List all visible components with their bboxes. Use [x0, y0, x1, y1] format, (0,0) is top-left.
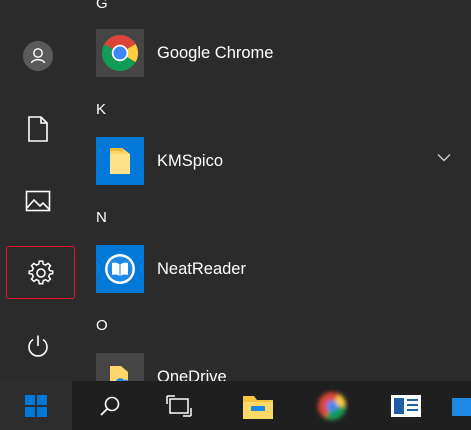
- app-list: G Google Chrome K KMSpico N NeatReader O…: [75, 0, 471, 381]
- pictures-icon: [25, 190, 50, 212]
- app-onedrive[interactable]: OneDrive: [96, 353, 471, 381]
- user-account-button[interactable]: [0, 27, 75, 85]
- user-icon: [22, 41, 53, 71]
- chrome-icon: [318, 391, 346, 420]
- app-name: OneDrive: [157, 367, 227, 382]
- section-letter-o[interactable]: O: [96, 317, 108, 334]
- app-taskbar-button[interactable]: [450, 381, 471, 430]
- folder-icon: [110, 148, 130, 174]
- settings-button[interactable]: [6, 246, 75, 299]
- task-view-button[interactable]: [153, 381, 205, 430]
- onedrive-folder-icon: [110, 366, 129, 381]
- pictures-button[interactable]: [0, 172, 75, 230]
- windows-start-icon: [25, 394, 47, 417]
- chrome-icon: [101, 34, 139, 72]
- kmspico-tile: [96, 137, 144, 185]
- app-icon: [452, 397, 471, 416]
- settings-icon: [27, 259, 53, 284]
- task-view-icon: [166, 394, 192, 417]
- taskbar: [0, 381, 471, 430]
- app-kmspico[interactable]: KMSpico: [96, 137, 471, 185]
- section-letter-k[interactable]: K: [96, 101, 106, 118]
- start-menu-rail: [0, 0, 75, 381]
- section-letter-n[interactable]: N: [96, 209, 107, 226]
- neatreader-tile: [96, 245, 144, 293]
- app-taskbar-button[interactable]: [380, 381, 432, 430]
- app-icon: [391, 394, 421, 417]
- start-button[interactable]: [0, 381, 72, 430]
- file-explorer-button[interactable]: [232, 381, 284, 430]
- document-icon: [27, 116, 48, 142]
- power-button[interactable]: [0, 317, 75, 375]
- search-icon: [100, 396, 120, 416]
- app-neatreader[interactable]: NeatReader: [96, 245, 471, 293]
- app-name: Google Chrome: [157, 43, 274, 62]
- app-name: KMSpico: [157, 151, 224, 170]
- power-icon: [27, 335, 48, 357]
- search-button[interactable]: [84, 381, 136, 430]
- section-letter-g[interactable]: G: [96, 0, 108, 12]
- chrome-tile: [96, 29, 144, 77]
- app-google-chrome[interactable]: Google Chrome: [96, 29, 471, 77]
- chrome-taskbar-button[interactable]: [306, 381, 358, 430]
- app-name: NeatReader: [157, 259, 246, 278]
- file-explorer-icon: [243, 395, 273, 419]
- chevron-down-icon[interactable]: [437, 153, 451, 162]
- onedrive-tile: [96, 353, 144, 381]
- neatreader-icon: [105, 254, 135, 284]
- documents-button[interactable]: [0, 100, 75, 158]
